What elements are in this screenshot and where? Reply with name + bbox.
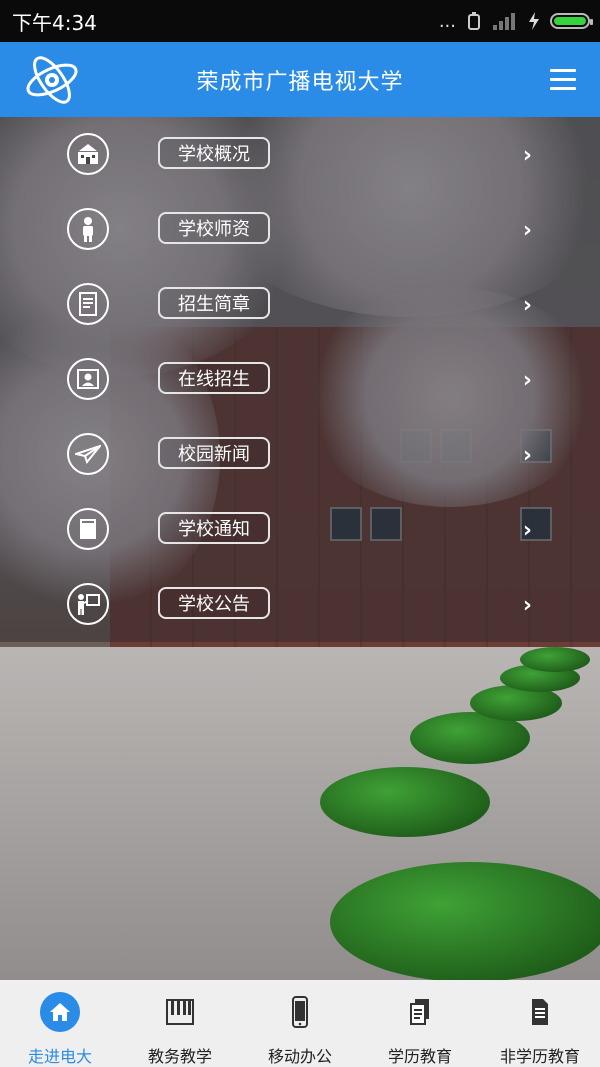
tab-label: 移动办公: [267, 1047, 332, 1066]
notice-icon: [67, 508, 109, 550]
tab-mobile-office[interactable]: 移动办公: [240, 980, 360, 1067]
bottom-navigation: 走进电大 教务教学 移动办公 学历教育 非学历教育: [0, 980, 600, 1067]
menu-item-school-announcement[interactable]: 学校公告 ›: [0, 567, 600, 642]
home-icon: [40, 992, 80, 1032]
menu-item-label: 学校概况: [158, 137, 270, 169]
tab-enter-university[interactable]: 走进电大: [0, 980, 120, 1067]
hamburger-menu-icon[interactable]: [550, 64, 576, 94]
chevron-right-icon: ›: [522, 368, 532, 393]
hedge: [520, 647, 590, 672]
tab-label: 走进电大: [27, 1047, 92, 1066]
charging-icon: [529, 12, 539, 30]
menu-item-label: 校园新闻: [158, 437, 270, 469]
paper-plane-icon: [67, 433, 109, 475]
menu-item-online-enrollment[interactable]: 在线招生 ›: [0, 342, 600, 417]
atom-logo-icon[interactable]: [22, 50, 82, 110]
teacher-icon: [67, 208, 109, 250]
tab-academic-affairs[interactable]: 教务教学: [120, 980, 240, 1067]
status-indicators: ...: [438, 10, 593, 32]
tab-non-degree-education[interactable]: 非学历教育: [480, 980, 600, 1067]
tab-label: 学历教育: [387, 1047, 452, 1066]
menu-item-label: 在线招生: [158, 362, 270, 394]
piano-keys-icon: [160, 992, 200, 1032]
chevron-right-icon: ›: [522, 443, 532, 468]
more-dots-icon: ...: [438, 10, 456, 32]
sim-icon: [468, 12, 480, 30]
menu-item-faculty[interactable]: 学校师资 ›: [0, 192, 600, 267]
documents-icon: [400, 992, 440, 1032]
menu-item-school-notice[interactable]: 学校通知 ›: [0, 492, 600, 567]
battery-icon: [550, 13, 593, 29]
hedge: [330, 862, 600, 980]
status-bar: 下午4:34 ...: [0, 0, 600, 42]
chevron-right-icon: ›: [522, 593, 532, 618]
menu-item-label: 学校师资: [158, 212, 270, 244]
chevron-right-icon: ›: [522, 293, 532, 318]
school-building-icon: [67, 133, 109, 175]
tab-label: 非学历教育: [499, 1047, 580, 1066]
presentation-icon: [67, 583, 109, 625]
signal-icon: [493, 13, 515, 30]
menu-item-campus-news[interactable]: 校园新闻 ›: [0, 417, 600, 492]
document-icon: [520, 992, 560, 1032]
menu-item-label: 学校公告: [158, 587, 270, 619]
chevron-right-icon: ›: [522, 218, 532, 243]
tab-label: 教务教学: [147, 1047, 212, 1066]
hedge: [320, 767, 490, 837]
chevron-right-icon: ›: [522, 143, 532, 168]
page-title: 荣成市广播电视大学: [196, 69, 404, 95]
menu-item-admission-brochure[interactable]: 招生简章 ›: [0, 267, 600, 342]
chevron-right-icon: ›: [522, 518, 532, 543]
id-card-icon: [67, 358, 109, 400]
status-time: 下午4:34: [12, 10, 97, 35]
document-icon: [67, 283, 109, 325]
menu-item-label: 学校通知: [158, 512, 270, 544]
app-header: 荣成市广播电视大学: [0, 42, 600, 117]
tab-degree-education[interactable]: 学历教育: [360, 980, 480, 1067]
menu-item-label: 招生简章: [158, 287, 270, 319]
menu-item-school-overview[interactable]: 学校概况 ›: [0, 117, 600, 192]
phone-icon: [280, 992, 320, 1032]
